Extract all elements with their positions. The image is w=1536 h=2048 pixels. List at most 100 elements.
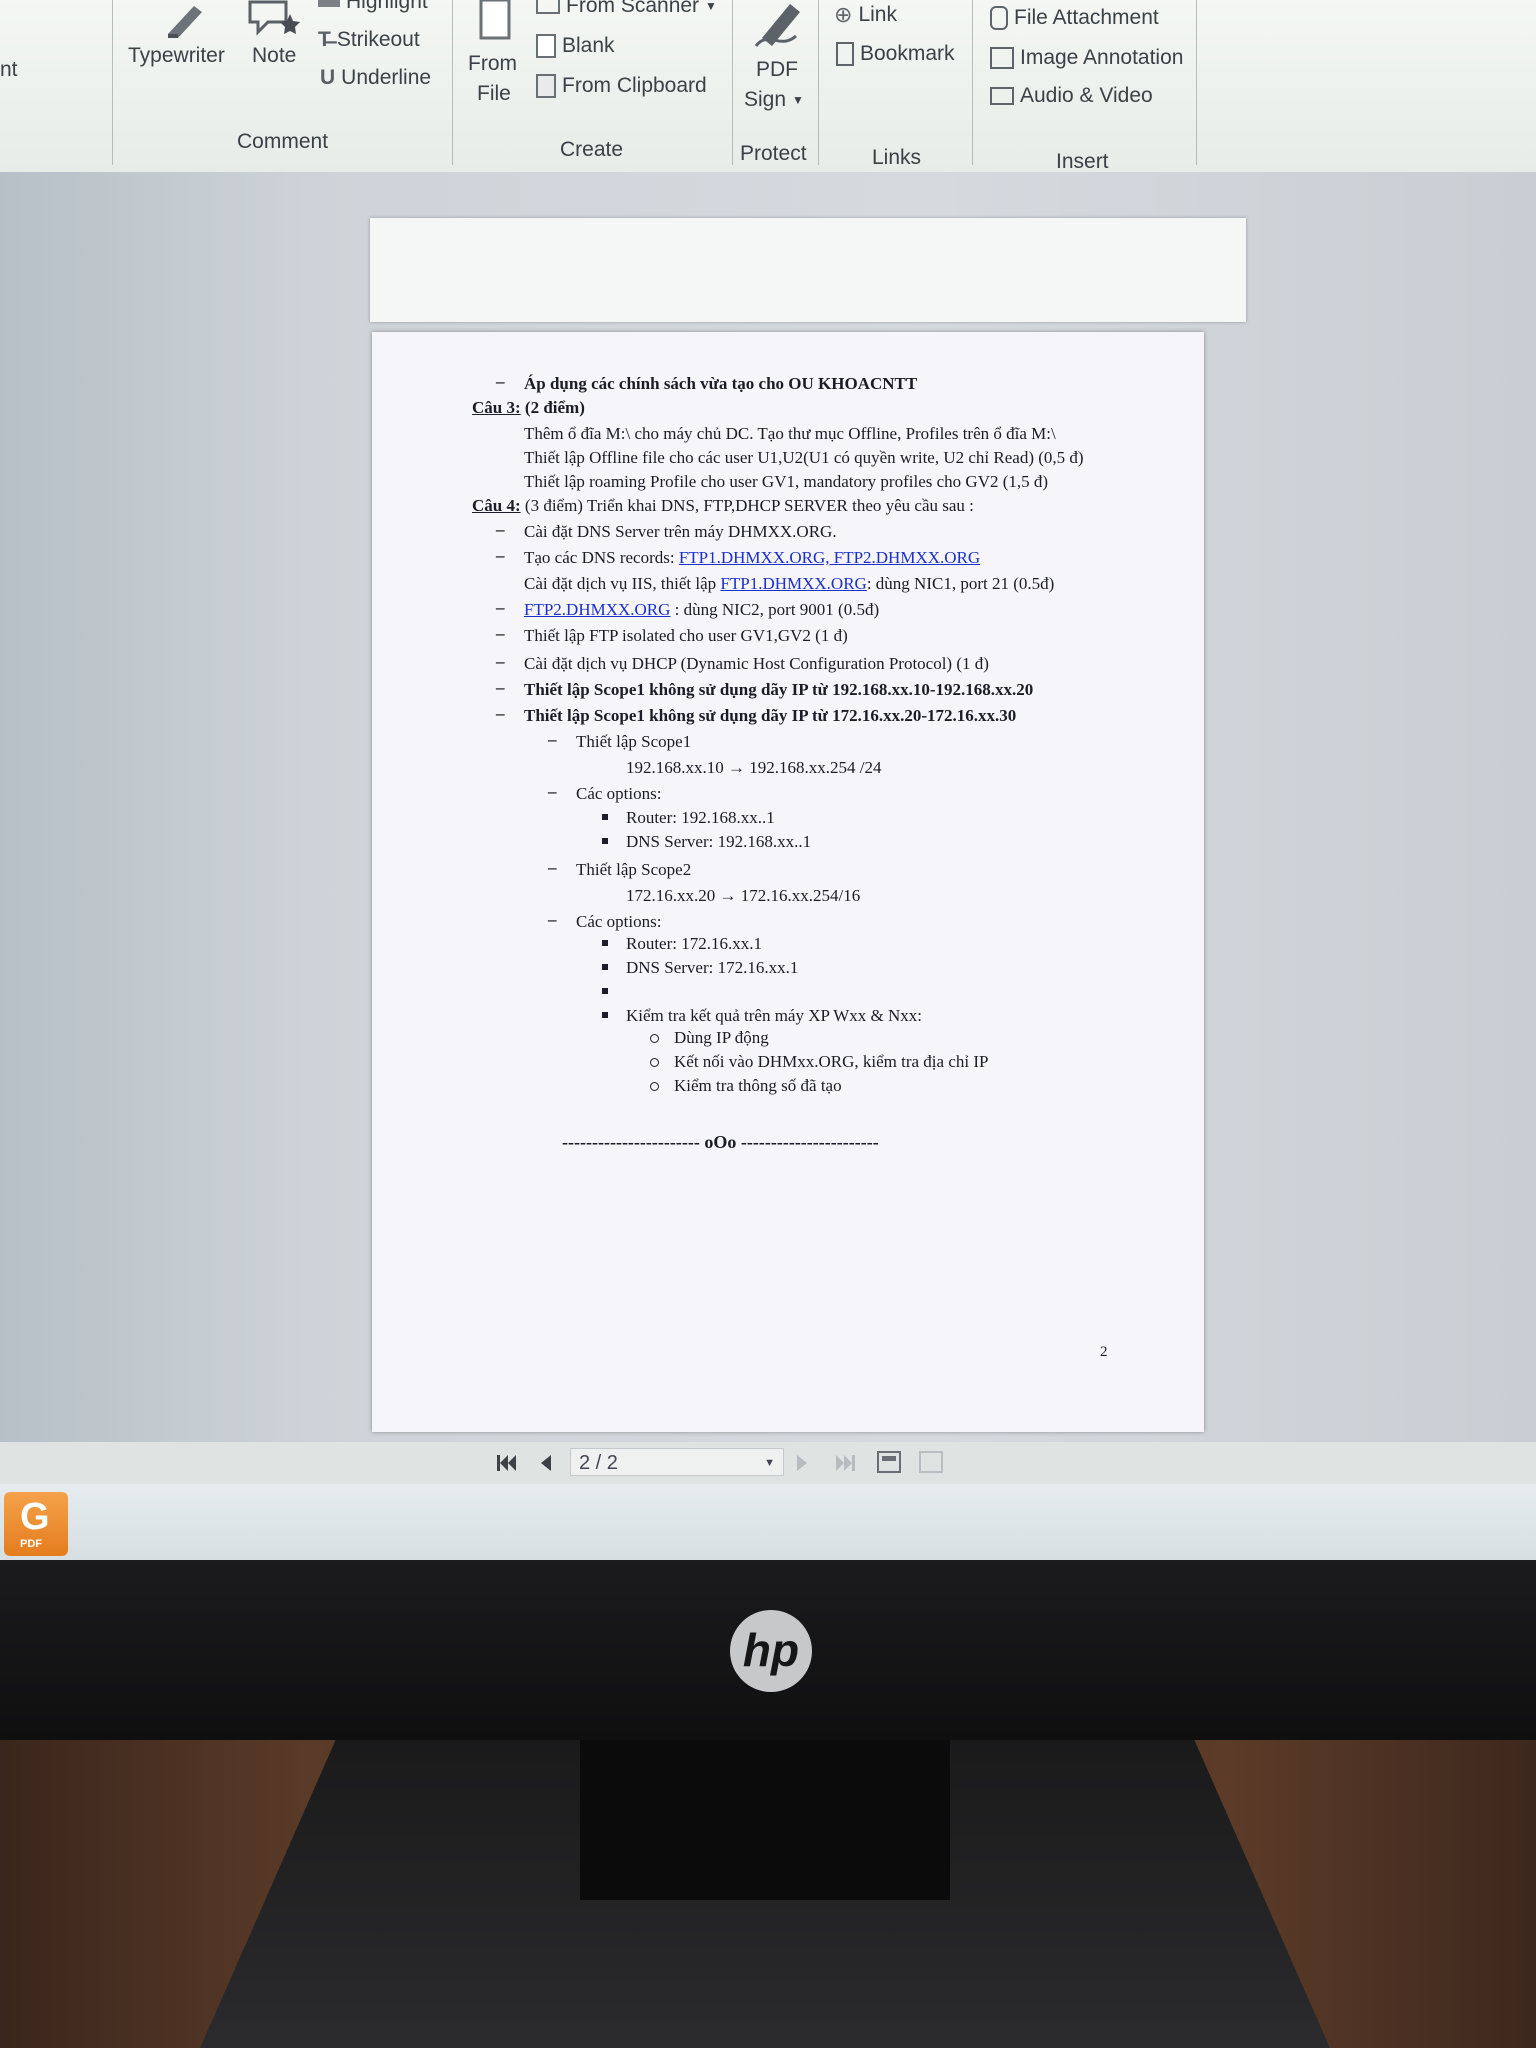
app-logo-icon: G — [20, 1496, 50, 1538]
highlight-icon — [318, 0, 340, 7]
scope2-options-title: Các options: — [576, 912, 662, 931]
underline-icon: U — [320, 66, 336, 89]
scope1-options-title: Các options: — [576, 784, 662, 803]
previous-page-icon[interactable] — [538, 1454, 552, 1472]
ftp2-link[interactable]: FTP2.DHMXX.ORG — [524, 600, 670, 619]
dash-bullet: – — [496, 704, 505, 723]
dash-bullet: – — [496, 520, 505, 539]
scope1-dns: DNS Server: 192.168.xx..1 — [626, 832, 812, 851]
paperclip-icon — [990, 6, 1008, 30]
q4-ftp2: FTP2.DHMXX.ORG : dùng NIC2, port 9001 (0… — [524, 600, 880, 619]
scope1-title: Thiết lập Scope1 — [576, 732, 692, 751]
page-navigation-bar: 2 / 2 ▼ — [0, 1442, 1536, 1484]
scanner-icon — [536, 0, 560, 14]
file-attachment-label: File Attachment — [1014, 6, 1159, 29]
bookmark-label: Bookmark — [860, 42, 955, 65]
question-3-item-a: Thêm ổ đĩa M:\ cho máy chủ DC. Tạo thư m… — [524, 424, 1056, 443]
from-file-label-line1: From — [468, 52, 517, 75]
typewriter-icon — [168, 6, 202, 38]
last-page-icon[interactable] — [834, 1454, 856, 1472]
typewriter-button[interactable]: Typewriter — [128, 44, 225, 68]
next-page-icon[interactable] — [796, 1454, 810, 1472]
underline-label: Underline — [341, 66, 432, 89]
protect-group-label: Protect — [740, 142, 807, 165]
dash-bullet: – — [548, 782, 557, 801]
group-separator — [452, 0, 453, 165]
end-marker: ----------------------- oOo ------------… — [562, 1132, 879, 1152]
dash-bullet: – — [548, 858, 557, 877]
scope2-dns: DNS Server: 172.16.xx.1 — [626, 958, 799, 977]
dash-bullet: – — [548, 730, 557, 749]
q4-scope1-exclude: Thiết lập Scope1 không sử dụng dãy IP từ… — [524, 680, 1034, 699]
group-separator — [112, 0, 113, 165]
q4-scope1-exclude-2: Thiết lập Scope1 không sử dụng dãy IP từ… — [524, 706, 1017, 725]
square-bullet — [602, 814, 608, 820]
underline-button[interactable]: U Underline — [320, 66, 431, 90]
chevron-down-icon: ▼ — [792, 93, 804, 107]
question-3-item-c: Thiết lập roaming Profile cho user GV1, … — [524, 472, 1049, 491]
blank-page-icon — [536, 34, 556, 58]
insert-group-label: Insert — [1056, 150, 1109, 173]
from-clipboard-button[interactable]: From Clipboard — [536, 74, 707, 98]
clipboard-icon — [536, 74, 556, 98]
circle-bullet — [650, 1058, 659, 1067]
ftp-records-link[interactable]: FTP1.DHMXX.ORG, FTP2.DHMXX.ORG — [679, 548, 980, 567]
cut-off-button-label[interactable]: nt — [0, 58, 18, 82]
pdf-sign-label-line2: Sign ▼ — [744, 88, 804, 111]
scope2-router: Router: 172.16.xx.1 — [626, 934, 762, 953]
blank-button[interactable]: Blank — [536, 34, 615, 58]
square-bullet — [602, 964, 608, 970]
dash-bullet: – — [496, 624, 505, 643]
pdf-sign-label-line1: PDF — [756, 58, 798, 81]
q4-dhcp-install: Cài đặt dịch vụ DHCP (Dynamic Host Confi… — [524, 654, 989, 673]
monitor-neck — [580, 1740, 950, 1900]
taskbar: G PDF — [0, 1484, 1536, 1560]
page-view-icon[interactable] — [918, 1450, 944, 1474]
from-scanner-label: From Scanner — [566, 0, 700, 17]
pdf-app-taskbar-icon[interactable]: G PDF — [4, 1492, 68, 1556]
check-item-3: Kiểm tra thông số đã tạo — [674, 1076, 842, 1095]
strikeout-icon: T̶ — [318, 28, 331, 51]
question-4-heading: Câu 4: (3 điểm) Triển khai DNS, FTP,DHCP… — [472, 496, 974, 515]
q4-dns-records: Tạo các DNS records: FTP1.DHMXX.ORG, FTP… — [524, 548, 981, 567]
dash-bullet: – — [496, 652, 505, 671]
audio-video-button[interactable]: Audio & Video — [990, 84, 1153, 108]
hp-logo: hp — [730, 1610, 812, 1692]
group-separator — [732, 0, 733, 165]
image-annotation-button[interactable]: Image Annotation — [990, 46, 1183, 70]
page-layout-icon[interactable] — [876, 1450, 902, 1474]
question-3-heading: Câu 3: (2 điểm) — [472, 398, 585, 417]
image-icon — [990, 47, 1014, 69]
question-3-item-b: Thiết lập Offline file cho các user U1,U… — [524, 448, 1084, 467]
bookmark-button[interactable]: Bookmark — [836, 42, 955, 66]
from-file-label-line2: File — [477, 82, 511, 105]
check-item-2: Kết nối vào DHMxx.ORG, kiểm tra địa chỉ … — [674, 1052, 989, 1071]
app-icon-label: PDF — [20, 1538, 42, 1550]
ftp1-link[interactable]: FTP1.DHMXX.ORG — [720, 574, 866, 593]
scope1-range: 192.168.xx.10 → 192.168.xx.254 /24 — [626, 758, 882, 777]
scope2-title: Thiết lập Scope2 — [576, 860, 692, 879]
from-scanner-button[interactable]: From Scanner ▼ — [536, 0, 717, 18]
first-page-icon[interactable] — [496, 1454, 518, 1472]
dash-bullet: – — [548, 910, 557, 929]
q4-dns-install: Cài đặt DNS Server trên máy DHMXX.ORG. — [524, 522, 837, 541]
link-button[interactable]: ⊕ Link — [834, 2, 897, 28]
group-separator — [1196, 0, 1197, 165]
q4-iis-ftp1: Cài đặt dịch vụ IIS, thiết lập FTP1.DHMX… — [524, 574, 1055, 593]
previous-page-bottom — [370, 218, 1246, 322]
square-bullet — [602, 838, 608, 844]
dash-bullet: – — [496, 372, 505, 391]
typewriter-label: Typewriter — [128, 44, 225, 67]
square-bullet — [602, 988, 608, 994]
highlight-button[interactable]: Highlight — [318, 0, 428, 14]
chevron-down-icon: ▼ — [764, 1457, 775, 1469]
bookmark-icon — [836, 42, 854, 66]
page-number-field[interactable]: 2 / 2 ▼ — [570, 1448, 784, 1476]
file-attachment-button[interactable]: File Attachment — [990, 6, 1159, 30]
scope1-router: Router: 192.168.xx..1 — [626, 808, 775, 827]
note-button[interactable]: Note — [252, 44, 296, 68]
q4-ftp-isolated: Thiết lập FTP isolated cho user GV1,GV2 … — [524, 626, 848, 645]
note-label: Note — [252, 44, 297, 67]
comment-group-label: Comment — [237, 130, 329, 153]
strikeout-button[interactable]: T̶ Strikeout — [318, 28, 420, 52]
